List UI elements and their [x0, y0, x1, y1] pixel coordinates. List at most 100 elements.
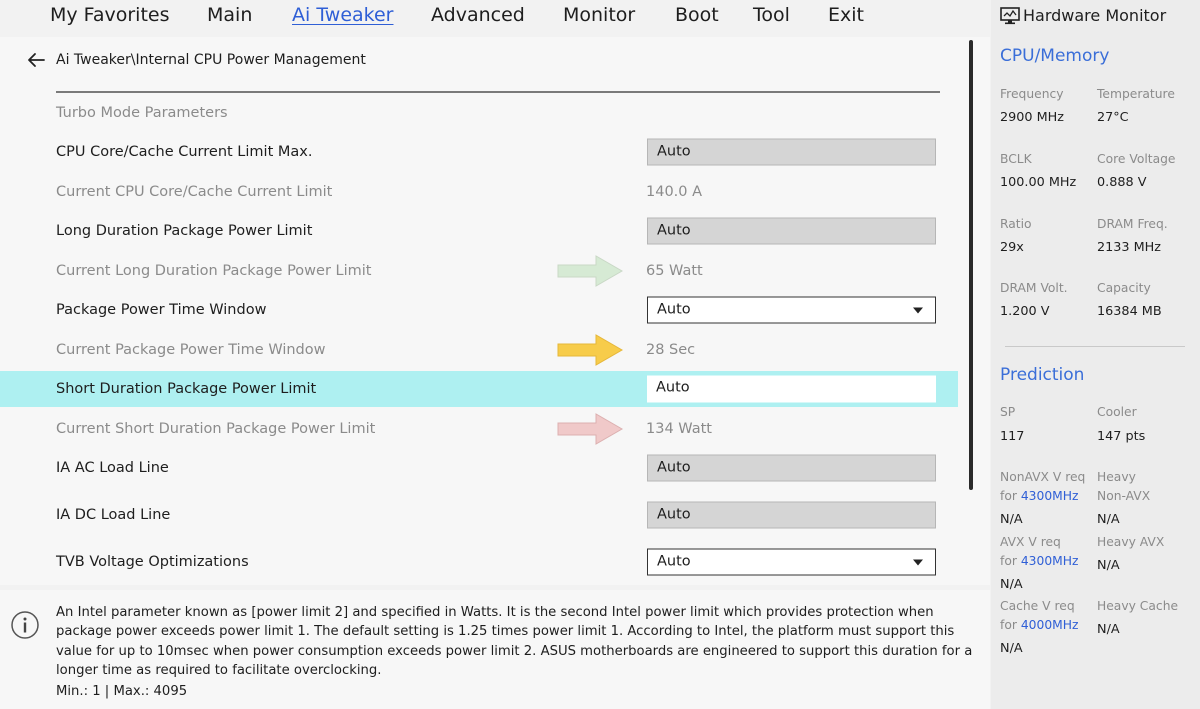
setting-label: CPU Core/Cache Current Limit Max. [56, 144, 313, 160]
setting-label: IA AC Load Line [56, 460, 169, 476]
info-icon [11, 611, 39, 639]
avx-for-label: for 4300MHz [1000, 554, 1078, 568]
heavy-nonavx-label-2: Non-AVX [1097, 489, 1151, 503]
field-value: Auto [656, 379, 690, 396]
setting-label: Short Duration Package Power Limit [56, 381, 317, 397]
setting-row-current-short-duration-package-power-limit: Current Short Duration Package Power Lim… [0, 411, 958, 447]
setting-label: Current Package Power Time Window [56, 342, 326, 358]
cooler-value: 147 pts [1097, 429, 1146, 444]
ia-dc-load-line-field[interactable]: Auto [647, 501, 936, 529]
nonavx-frequency: 4300MHz [1020, 489, 1079, 503]
help-panel: An Intel parameter known as [power limit… [0, 590, 990, 709]
annotation-arrow-icon [557, 334, 624, 366]
tvb-voltage-optimizations-dropdown[interactable]: Auto [647, 548, 936, 576]
cache-for-label: for 4000MHz [1000, 618, 1078, 632]
core-voltage-label: Core Voltage [1097, 152, 1176, 166]
temperature-label: Temperature [1097, 87, 1175, 101]
setting-label: TVB Voltage Optimizations [56, 554, 249, 570]
tab-monitor[interactable]: Monitor [563, 4, 635, 26]
frequency-label: Frequency [1000, 87, 1064, 101]
capacity-label: Capacity [1097, 281, 1151, 295]
tab-exit[interactable]: Exit [828, 4, 864, 26]
tab-my-favorites[interactable]: My Favorites [50, 4, 170, 26]
ia-ac-load-line-field[interactable]: Auto [647, 454, 936, 482]
tab-main[interactable]: Main [207, 4, 252, 26]
tab-boot[interactable]: Boot [675, 4, 719, 26]
monitor-icon [1000, 6, 1020, 24]
setting-row-current-long-duration-package-power-limit: Current Long Duration Package Power Limi… [0, 253, 958, 289]
field-value: Auto [657, 301, 691, 318]
section-divider [1005, 346, 1185, 347]
nonavx-vreq-label: NonAVX V req [1000, 470, 1086, 484]
setting-row-package-power-time-window[interactable]: Package Power Time Window Auto [0, 292, 958, 328]
breadcrumb: Ai Tweaker\Internal CPU Power Management [26, 51, 366, 69]
field-value: Auto [657, 222, 691, 239]
bclk-label: BCLK [1000, 152, 1032, 166]
for-word: for [1000, 554, 1017, 568]
setting-row-cpu-core-cache-current-limit-max[interactable]: CPU Core/Cache Current Limit Max. Auto [0, 134, 958, 170]
tab-ai-tweaker[interactable]: Ai Tweaker [292, 4, 393, 26]
package-power-time-window-dropdown[interactable]: Auto [647, 296, 936, 324]
ratio-value: 29x [1000, 240, 1024, 255]
setting-row-ia-ac-load-line[interactable]: IA AC Load Line Auto [0, 450, 958, 486]
readout-value: 28 Sec [646, 342, 696, 358]
back-arrow-icon[interactable] [26, 51, 46, 69]
setting-label: Current Short Duration Package Power Lim… [56, 421, 376, 437]
avx-vreq-label: AVX V req [1000, 535, 1061, 549]
avx-frequency: 4300MHz [1020, 554, 1079, 568]
help-description: An Intel parameter known as [power limit… [56, 605, 973, 678]
setting-row-short-duration-package-power-limit[interactable]: Short Duration Package Power Limit Auto [0, 371, 958, 407]
value-range: Min.: 1 | Max.: 4095 [56, 684, 188, 699]
panel-title: Hardware Monitor [1023, 6, 1167, 25]
header-divider [56, 91, 940, 93]
setting-label: Current Long Duration Package Power Limi… [56, 263, 372, 279]
long-duration-package-power-limit-field[interactable]: Auto [647, 217, 936, 245]
annotation-arrow-icon [557, 255, 624, 287]
short-duration-package-power-limit-input[interactable]: Auto [647, 375, 936, 403]
heavy-avx-value: N/A [1097, 558, 1120, 573]
setting-row-tvb-voltage-optimizations[interactable]: TVB Voltage Optimizations Auto [0, 544, 958, 580]
bclk-value: 100.00 MHz [1000, 175, 1077, 190]
section-heading: Turbo Mode Parameters [56, 105, 228, 121]
temperature-value: 27°C [1097, 110, 1129, 125]
hardware-monitor-title: Hardware Monitor [1000, 6, 1166, 25]
capacity-value: 16384 MB [1097, 304, 1162, 319]
field-value: Auto [657, 459, 691, 476]
dram-freq-label: DRAM Freq. [1097, 217, 1168, 231]
heavy-avx-label: Heavy AVX [1097, 535, 1165, 549]
readout-value: 65 Watt [646, 263, 703, 279]
breadcrumb-path: Ai Tweaker\Internal CPU Power Management [56, 52, 366, 68]
setting-row-current-package-power-time-window: Current Package Power Time Window 28 Sec [0, 332, 958, 368]
avx-vreq-value: N/A [1000, 577, 1023, 592]
dram-freq-value: 2133 MHz [1097, 240, 1162, 255]
for-word: for [1000, 618, 1017, 632]
scrollbar[interactable] [969, 40, 973, 490]
readout-value: 140.0 A [646, 184, 703, 200]
setting-row-long-duration-package-power-limit[interactable]: Long Duration Package Power Limit Auto [0, 213, 958, 249]
tab-advanced[interactable]: Advanced [431, 4, 525, 26]
field-value: Auto [657, 553, 691, 570]
chevron-down-icon [913, 307, 923, 314]
setting-label: IA DC Load Line [56, 507, 171, 523]
dram-volt-label: DRAM Volt. [1000, 281, 1068, 295]
cpu-core-cache-current-limit-max-field[interactable]: Auto [647, 138, 936, 166]
setting-label: Long Duration Package Power Limit [56, 223, 313, 239]
ratio-label: Ratio [1000, 217, 1032, 231]
cache-vreq-label: Cache V req [1000, 599, 1075, 613]
readout-value: 134 Watt [646, 421, 712, 437]
cooler-label: Cooler [1097, 405, 1137, 419]
annotation-arrow-icon [557, 413, 624, 445]
heavy-cache-label: Heavy Cache [1097, 599, 1179, 613]
nonavx-for-label: for 4300MHz [1000, 489, 1078, 503]
heavy-cache-value: N/A [1097, 622, 1120, 637]
cpu-memory-title: CPU/Memory [1000, 46, 1110, 66]
cache-vreq-value: N/A [1000, 641, 1023, 656]
setting-label: Current CPU Core/Cache Current Limit [56, 184, 333, 200]
chevron-down-icon [913, 559, 923, 566]
setting-row-ia-dc-load-line[interactable]: IA DC Load Line Auto [0, 497, 958, 533]
tab-tool[interactable]: Tool [753, 4, 790, 26]
setting-label: Package Power Time Window [56, 302, 267, 318]
settings-panel: Ai Tweaker\Internal CPU Power Management… [0, 37, 990, 585]
core-voltage-value: 0.888 V [1097, 175, 1147, 190]
nonavx-vreq-value: N/A [1000, 512, 1023, 527]
